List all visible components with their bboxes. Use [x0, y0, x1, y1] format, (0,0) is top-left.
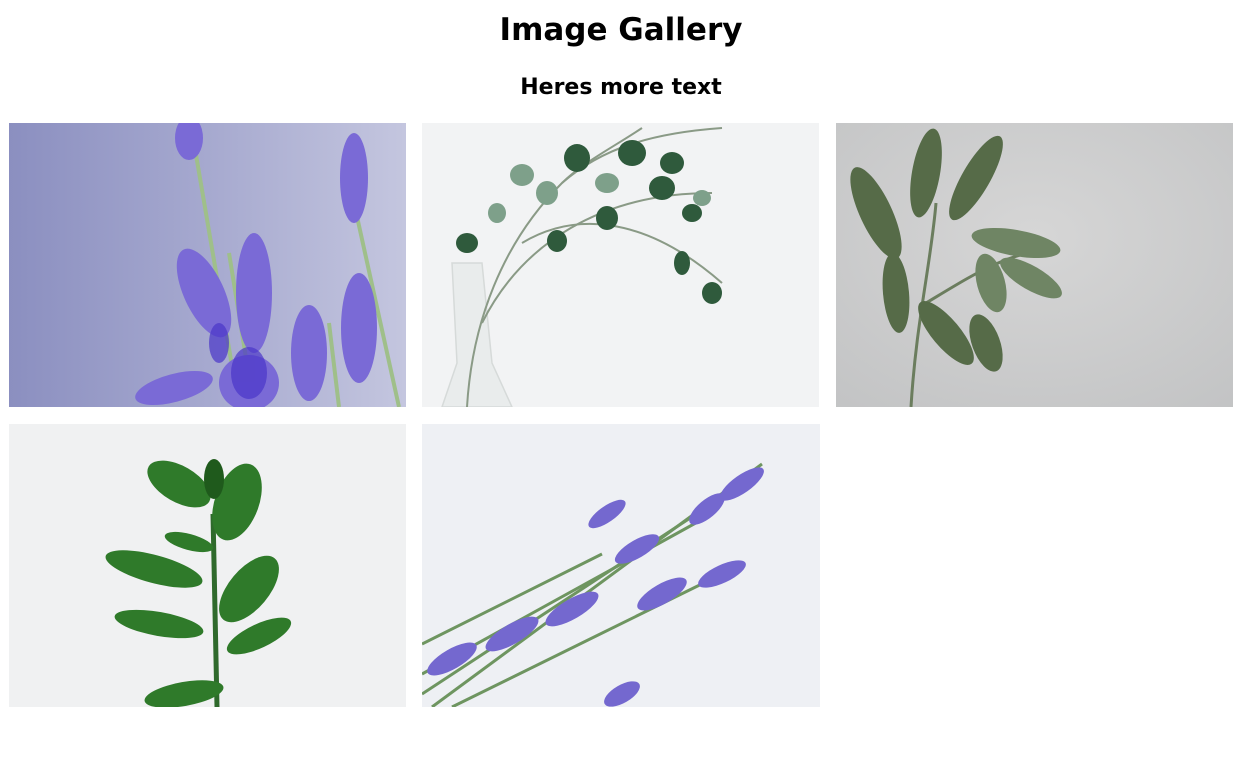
- page-title: Image Gallery: [499, 12, 743, 48]
- lavender-bundle-image: [422, 424, 820, 707]
- lavender-closeup-image: [9, 123, 406, 407]
- eucalyptus-image: [422, 123, 819, 407]
- ficus-image: [9, 424, 406, 707]
- page-subtitle: Heres more text: [520, 75, 722, 100]
- sage-image: [836, 123, 1233, 407]
- gallery-image-sage[interactable]: [836, 123, 1233, 407]
- gallery-image-ficus[interactable]: [9, 424, 406, 707]
- gallery-page: Image Gallery Heres more text: [0, 0, 1242, 780]
- gallery-image-lavender-closeup[interactable]: [9, 123, 406, 407]
- gallery-image-lavender-bundle[interactable]: [422, 424, 820, 707]
- gallery-image-eucalyptus[interactable]: [422, 123, 819, 407]
